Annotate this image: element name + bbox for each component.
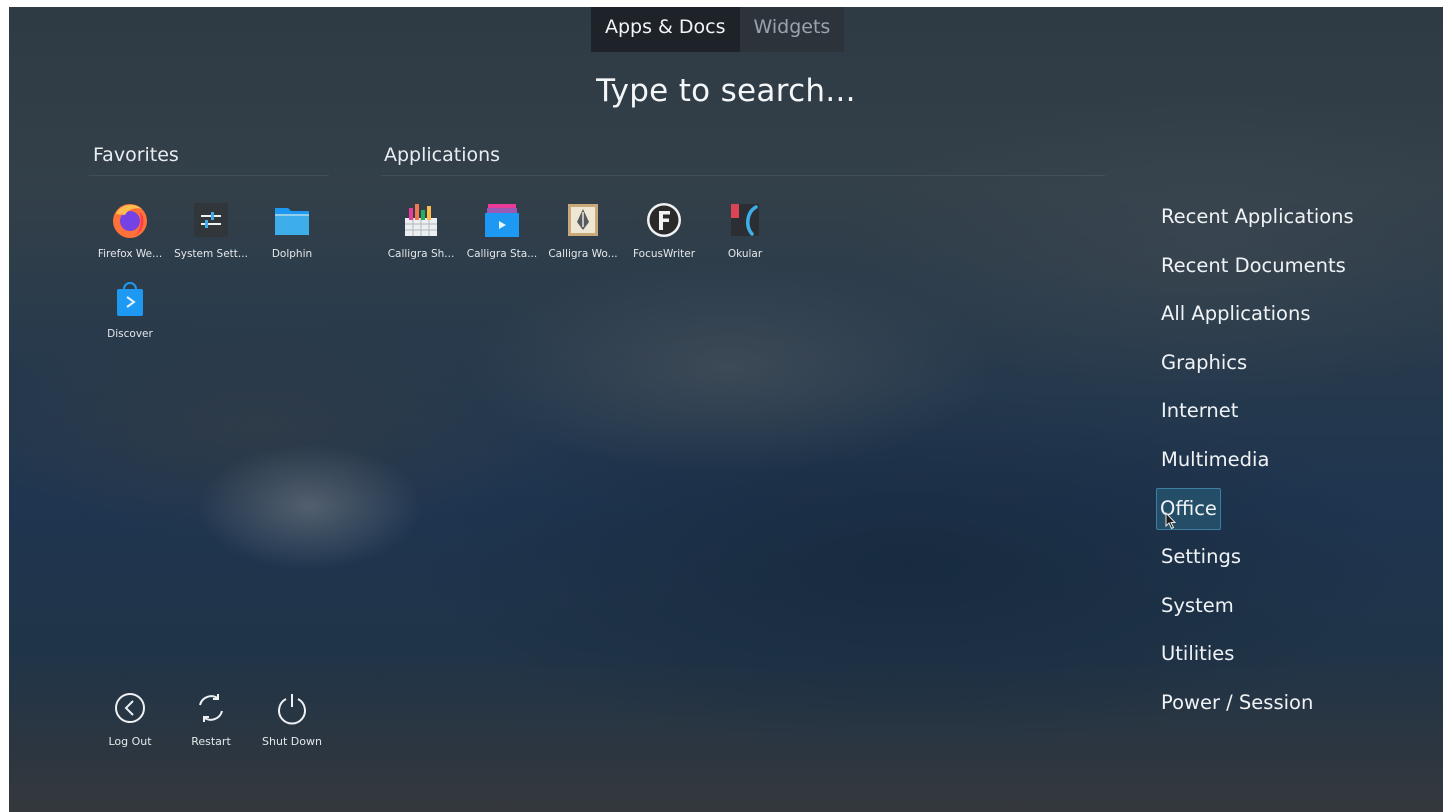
search-field[interactable]: Type to search...: [9, 73, 1443, 109]
app-okular[interactable]: Okular: [704, 200, 786, 260]
log-out-icon: [112, 690, 148, 726]
app-calligra-sheets[interactable]: Calligra Sh...: [380, 200, 462, 260]
category-internet[interactable]: Internet: [1157, 397, 1242, 425]
log-out-button[interactable]: Log Out: [90, 690, 170, 748]
app-label: System Sett...: [174, 248, 248, 260]
system-settings-icon: [191, 200, 231, 240]
dolphin-folder-icon: [272, 200, 312, 240]
tab-widgets[interactable]: Widgets: [739, 7, 845, 52]
app-label: Firefox We...: [97, 248, 163, 260]
calligra-stage-icon: [482, 200, 522, 240]
tab-apps-docs[interactable]: Apps & Docs: [591, 7, 740, 52]
category-all-applications[interactable]: All Applications: [1157, 300, 1315, 328]
app-calligra-stage[interactable]: Calligra Sta...: [461, 200, 543, 260]
category-recent-applications[interactable]: Recent Applications: [1157, 203, 1358, 231]
shut-down-icon: [274, 690, 310, 726]
category-utilities[interactable]: Utilities: [1157, 640, 1238, 668]
favorite-system-settings[interactable]: System Sett...: [170, 200, 252, 260]
category-multimedia[interactable]: Multimedia: [1157, 446, 1273, 474]
focuswriter-icon: [644, 200, 684, 240]
favorite-dolphin[interactable]: Dolphin: [251, 200, 333, 260]
app-label: Calligra Sh...: [387, 248, 455, 260]
category-recent-documents[interactable]: Recent Documents: [1157, 252, 1350, 280]
favorite-discover[interactable]: Discover: [89, 280, 171, 340]
app-label: Discover: [107, 328, 153, 340]
calligra-words-icon: [563, 200, 603, 240]
category-system[interactable]: System: [1157, 592, 1238, 620]
category-graphics[interactable]: Graphics: [1157, 349, 1251, 377]
restart-icon: [193, 690, 229, 726]
application-launcher-overlay: Apps & Docs Widgets Type to search... Fa…: [9, 7, 1443, 812]
shut-down-label: Shut Down: [262, 735, 322, 748]
app-label: Dolphin: [271, 248, 313, 260]
discover-icon: [110, 280, 150, 320]
mouse-pointer-icon: [1165, 512, 1177, 530]
restart-button[interactable]: Restart: [171, 690, 251, 748]
app-label: Okular: [727, 248, 763, 260]
app-focuswriter[interactable]: FocusWriter: [623, 200, 705, 260]
launcher-tabs: Apps & Docs Widgets: [591, 7, 845, 52]
firefox-icon: [110, 200, 150, 240]
category-power-session[interactable]: Power / Session: [1157, 689, 1317, 717]
restart-label: Restart: [191, 735, 231, 748]
favorite-firefox[interactable]: Firefox We...: [89, 200, 171, 260]
calligra-sheets-icon: [401, 200, 441, 240]
favorites-heading: Favorites: [93, 144, 179, 166]
app-label: FocusWriter: [632, 248, 696, 260]
applications-heading: Applications: [384, 144, 501, 166]
favorites-divider: [89, 175, 329, 176]
app-calligra-words[interactable]: Calligra Wo...: [542, 200, 624, 260]
log-out-label: Log Out: [108, 735, 152, 748]
applications-divider: [381, 175, 1105, 176]
app-label: Calligra Wo...: [548, 248, 618, 260]
okular-icon: [725, 200, 765, 240]
shut-down-button[interactable]: Shut Down: [252, 690, 332, 748]
app-label: Calligra Sta...: [466, 248, 538, 260]
category-settings[interactable]: Settings: [1157, 543, 1245, 571]
